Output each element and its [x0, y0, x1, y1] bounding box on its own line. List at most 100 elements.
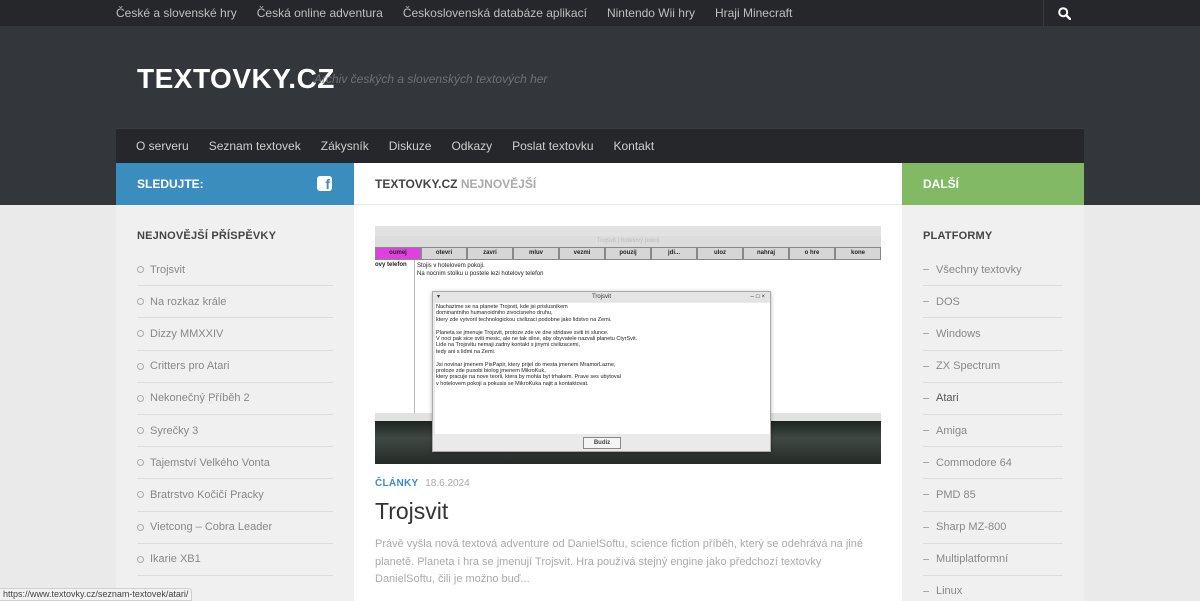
dash-bullet-icon [923, 269, 929, 271]
dialog-window-controls-icon: –□× [750, 294, 767, 300]
post-date: 18.6.2024 [425, 478, 470, 489]
list-item[interactable]: Amiga [923, 415, 1063, 448]
list-item[interactable]: Critters pro Atari [137, 351, 333, 383]
main-content: TEXTOVKY.CZ NEJNOVĚJŠÍ Trojsvit | hotelo… [354, 163, 902, 601]
game-toolbar-button: uloz [697, 247, 743, 260]
main-nav: O serveru Seznam textovek Zákysník Disku… [116, 128, 1084, 163]
list-item[interactable]: Vietcong – Cobra Leader [137, 512, 333, 544]
game-window-title: Trojsvit | hotelový pokoj [375, 236, 881, 247]
list-item[interactable]: Všechny textovky [923, 254, 1063, 287]
game-toolbar-button: kone [835, 247, 881, 260]
list-item[interactable]: PMD 85 [923, 479, 1063, 512]
browser-status-url: https://www.textovky.cz/seznam-textovek/… [0, 588, 193, 601]
dash-bullet-icon [923, 526, 929, 528]
main-nav-odkazy[interactable]: Odkazy [451, 129, 492, 163]
left-sidebar-header: SLEDUJTE: f [116, 163, 354, 205]
list-item[interactable]: Syrečky 3 [137, 415, 333, 448]
game-dialog-titlebar: ▾ Trojsvit –□× [433, 292, 770, 302]
circle-bullet-icon [137, 427, 144, 435]
list-item[interactable]: Tajemství Velkého Vonta [137, 447, 333, 480]
circle-bullet-icon [137, 555, 144, 563]
recent-posts-title: NEJNOVĚJŠÍ PŘÍSPĚVKY [137, 230, 277, 242]
main-nav-poslat-textovku[interactable]: Poslat textovku [512, 129, 593, 163]
list-item[interactable]: Dizzy MMXXIV [137, 318, 333, 351]
game-toolbar: oumej otevri zavri mluv vezmi pouzij jdi… [375, 247, 881, 260]
game-dialog-button: Budiz [583, 437, 621, 449]
list-item[interactable]: ZX Spectrum [923, 351, 1063, 383]
circle-bullet-icon [137, 459, 144, 467]
top-nav-link-2[interactable]: Česká online adventura [257, 0, 383, 26]
top-nav-link-4[interactable]: Nintendo Wii hry [607, 0, 695, 26]
dash-bullet-icon [923, 590, 929, 592]
dash-bullet-icon [923, 430, 929, 432]
search-icon [1057, 6, 1071, 20]
game-toolbar-button: nahraj [743, 247, 789, 260]
main-nav-o-serveru[interactable]: O serveru [136, 129, 189, 163]
top-nav-link-5[interactable]: Hraji Minecraft [715, 0, 792, 26]
top-nav-link-1[interactable]: České a slovenské hry [116, 0, 237, 26]
game-toolbar-button: mluv [513, 247, 559, 260]
dash-bullet-icon [923, 301, 929, 303]
main-header: TEXTOVKY.CZ NEJNOVĚJŠÍ [354, 163, 902, 205]
search-button[interactable] [1043, 0, 1084, 26]
main-nav-diskuze[interactable]: Diskuze [389, 129, 432, 163]
list-item[interactable]: Trojsvit [137, 254, 333, 287]
facebook-icon[interactable]: f [317, 176, 332, 191]
list-item[interactable]: Bratrstvo Kočičí Pracky [137, 479, 333, 512]
list-item[interactable]: Commodore 64 [923, 447, 1063, 480]
game-dialog-text: Nachazime se na planete Trojsvit, kde js… [435, 303, 770, 434]
main-nav-zakysnik[interactable]: Zákysník [321, 129, 369, 163]
post-excerpt: Právě vyšla nová textová adventure od Da… [375, 538, 863, 585]
list-item[interactable]: DOS [923, 286, 1063, 319]
list-item[interactable]: Linux [923, 576, 1063, 601]
dash-bullet-icon [923, 558, 929, 560]
circle-bullet-icon [137, 298, 144, 306]
top-bar: České a slovenské hry Česká online adven… [0, 0, 1200, 26]
game-toolbar-button: oumej [375, 247, 421, 260]
main-nav-kontakt[interactable]: Kontakt [614, 129, 655, 163]
circle-bullet-icon [137, 362, 144, 370]
dialog-menu-icon: ▾ [437, 294, 441, 300]
game-toolbar-button: jdi... [651, 247, 697, 260]
site-title[interactable]: TEXTOVKY.CZ [137, 63, 335, 95]
dash-bullet-icon [923, 397, 929, 399]
follow-label: SLEDUJTE: [137, 177, 204, 191]
site-description: Archiv českých a slovenských textových h… [314, 72, 548, 86]
game-toolbar-button: zavri [467, 247, 513, 260]
game-toolbar-button: o hre [789, 247, 835, 260]
list-item[interactable]: Sharp MZ-800 [923, 512, 1063, 544]
top-nav-link-3[interactable]: Československá databáze aplikací [403, 0, 587, 26]
circle-bullet-icon [137, 330, 144, 338]
circle-bullet-icon [137, 523, 144, 531]
post-meta: ČLÁNKY 18.6.2024 [375, 478, 470, 489]
recent-posts-list: Trojsvit Na rozkaz krále Dizzy MMXXIV Cr… [116, 254, 354, 576]
game-toolbar-button: otevri [421, 247, 467, 260]
platforms-title: PLATFORMY [923, 230, 993, 242]
list-item[interactable]: Na rozkaz krále [137, 286, 333, 319]
game-toolbar-button: pouzij [605, 247, 651, 260]
list-item[interactable]: Atari [923, 383, 1063, 415]
dash-bullet-icon [923, 365, 929, 367]
right-sidebar-header: DALŠÍ [902, 163, 1084, 205]
post-thumbnail[interactable]: Trojsvit | hotelový pokoj oumej otevri z… [375, 226, 881, 464]
main-header-site: TEXTOVKY.CZ [375, 177, 458, 191]
left-sidebar: SLEDUJTE: f NEJNOVĚJŠÍ PŘÍSPĚVKY Trojsvi… [116, 163, 354, 601]
top-nav: České a slovenské hry Česká online adven… [116, 0, 812, 26]
dash-bullet-icon [923, 494, 929, 496]
content-wrapper: SLEDUJTE: f NEJNOVĚJŠÍ PŘÍSPĚVKY Trojsvi… [116, 163, 1084, 601]
main-nav-seznam-textovek[interactable]: Seznam textovek [209, 129, 301, 163]
game-dialog: ▾ Trojsvit –□× Nachazime se na planete T… [432, 291, 771, 452]
dash-bullet-icon [923, 462, 929, 464]
circle-bullet-icon [137, 491, 144, 499]
post-title[interactable]: Trojsvit [375, 498, 448, 525]
list-item[interactable]: Multiplatformní [923, 544, 1063, 576]
game-toolbar-button: vezmi [559, 247, 605, 260]
game-object-list: ovy telefon [375, 260, 415, 413]
post-category[interactable]: ČLÁNKY [375, 478, 418, 489]
list-item[interactable]: Nekonečný Příběh 2 [137, 383, 333, 415]
platforms-list: Všechny textovky DOS Windows ZX Spectrum… [902, 254, 1084, 601]
right-sidebar: DALŠÍ PLATFORMY Všechny textovky DOS Win… [902, 163, 1084, 601]
circle-bullet-icon [137, 266, 144, 274]
list-item[interactable]: Ikarie XB1 [137, 544, 333, 576]
list-item[interactable]: Windows [923, 318, 1063, 351]
